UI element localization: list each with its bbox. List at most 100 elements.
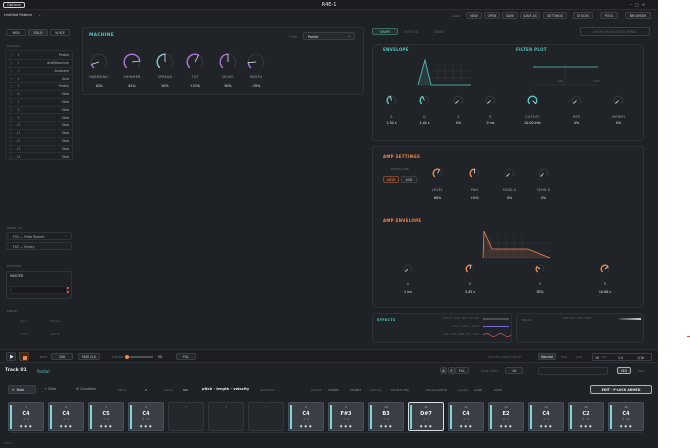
track-row[interactable]: ○ 6 Stab xyxy=(8,90,72,98)
save-as-button[interactable]: SAVE AS xyxy=(520,12,540,19)
step-nav[interactable] xyxy=(538,367,608,375)
seq-button[interactable]: SEQ xyxy=(617,367,631,374)
save-button[interactable]: SAVE xyxy=(502,12,518,19)
track-row[interactable]: ○ 13 Stab xyxy=(8,144,72,153)
page-a-button[interactable]: A xyxy=(440,367,447,374)
machine-knob-1[interactable] xyxy=(123,53,141,71)
track-fx-slider[interactable] xyxy=(619,318,641,320)
amp-knob-0[interactable] xyxy=(432,168,443,179)
send-fx-2[interactable]: FX2 — Empty xyxy=(6,242,72,250)
tab-solo[interactable]: SOLO xyxy=(28,29,48,36)
shape-knob-0[interactable] xyxy=(386,95,397,106)
track-row[interactable]: ○ 3 Anatrace xyxy=(8,66,72,75)
step-pad[interactable]: 8 C4 4 . 2 ● ● ● xyxy=(288,402,324,431)
machine-knob-2[interactable] xyxy=(156,53,174,71)
shape-knob-1[interactable] xyxy=(419,95,430,106)
mode-condition[interactable]: ⚙ Condition xyxy=(76,387,96,391)
new-button[interactable]: NEW xyxy=(466,12,482,19)
step-pad[interactable]: 16 C4 4 . 34 ● ● ● xyxy=(608,402,644,431)
shape-knob-6[interactable] xyxy=(613,95,624,106)
pool-button[interactable]: POOL xyxy=(600,12,618,19)
step-pad[interactable]: 6 xyxy=(208,402,244,431)
step-pad[interactable]: 13 E2 2 . 1 ● ● ● xyxy=(488,402,524,431)
chevron-down-icon[interactable]: ⌄ xyxy=(38,12,41,17)
length-value[interactable]: 4,24E xyxy=(474,388,482,392)
tab-effects[interactable]: EFFECTS xyxy=(404,30,418,34)
track-row[interactable]: ○ 1 Partial xyxy=(8,51,72,59)
amp-envelope-graph[interactable] xyxy=(478,227,553,262)
ring-value[interactable]: A3+A3+A3T12 xyxy=(426,388,447,392)
edit-plock-button[interactable]: EDIT · P-LOCK ARMED xyxy=(590,385,652,394)
tab-draw[interactable]: DRAW xyxy=(434,30,444,34)
step-pad[interactable]: 14 C4 4 . 3 ● ● ● xyxy=(528,402,564,431)
mode-button-sync[interactable]: Sync xyxy=(10,319,38,323)
shape-knob-5[interactable] xyxy=(571,95,582,106)
track-row[interactable]: ○ 10 Stab xyxy=(8,121,72,129)
mode-note[interactable]: ✎ Note xyxy=(8,385,36,394)
length-box[interactable]: 16 LEN 1.0 1/16 xyxy=(592,353,652,361)
mode-link[interactable]: Link xyxy=(576,355,582,359)
step-pad[interactable]: 1 C4 4 . 2 ● ● ● xyxy=(8,402,44,431)
browser-button[interactable]: BROWSER xyxy=(625,12,651,19)
play-button[interactable]: ▶ xyxy=(6,352,16,361)
swing-slider[interactable] xyxy=(125,354,153,359)
open-button[interactable]: OPEN xyxy=(484,12,500,19)
track-row[interactable]: ○ 4 Acid xyxy=(8,74,72,82)
effects-slider-1[interactable] xyxy=(483,318,509,320)
extra-value[interactable]: A3/15 xyxy=(494,388,502,392)
step-pad[interactable]: 15 C2 2 . 71 ● ● ● xyxy=(568,402,604,431)
mode-free[interactable]: Free xyxy=(561,355,567,359)
show-modulation-button[interactable]: SHOW MODULATION PANEL xyxy=(580,27,650,36)
machine-knob-0[interactable] xyxy=(90,53,108,71)
preset-name[interactable]: Untitled Pattern xyxy=(4,13,32,17)
settings-button[interactable]: SETTINGS xyxy=(543,12,567,19)
fill-track-button[interactable]: FILL xyxy=(455,367,469,374)
step-pad[interactable]: 7 xyxy=(248,402,284,431)
amp-env-knob-2[interactable] xyxy=(535,264,545,274)
machine-knob-5[interactable] xyxy=(247,53,265,71)
page-b-button[interactable]: B xyxy=(448,367,455,374)
shape3-value[interactable]: SHAPE3 xyxy=(350,388,361,392)
studio-button[interactable]: STUDIO xyxy=(573,12,593,19)
shape2-value[interactable]: SHAPE2 xyxy=(328,388,339,392)
stop-button[interactable] xyxy=(19,352,29,361)
amp-knob-2[interactable] xyxy=(504,168,515,179)
velocity-range[interactable]: A3+D3+TSA xyxy=(391,388,409,392)
lane-value[interactable]: Tab xyxy=(183,388,188,392)
env-mode-adsr[interactable]: ADSR xyxy=(383,176,399,183)
track-row[interactable]: ○ 12 Stab xyxy=(8,136,72,145)
mode-button-trigger[interactable]: Trigger xyxy=(41,319,69,323)
mode-button-retrig[interactable]: Retrig xyxy=(41,332,69,336)
tab-shape[interactable]: SHAPE xyxy=(372,28,398,35)
amp-env-knob-1[interactable] xyxy=(465,264,475,274)
maximize-icon[interactable]: □ xyxy=(635,2,642,7)
tab-voice[interactable]: VOICE xyxy=(50,29,70,36)
envelope-graph[interactable] xyxy=(413,57,473,89)
amp-knob-3[interactable] xyxy=(538,168,549,179)
track-row[interactable]: ○ 11 Stab xyxy=(8,129,72,137)
env-mode-asd[interactable]: ASD xyxy=(401,176,417,183)
micro-value[interactable]: 0 xyxy=(145,388,147,392)
machine-knob-4[interactable] xyxy=(219,53,237,71)
track-row[interactable]: ○ 9 Stab xyxy=(8,113,72,121)
options-button[interactable]: Options xyxy=(3,2,25,8)
shape-knob-2[interactable] xyxy=(453,95,464,106)
track-row[interactable]: ○ 5 Partial xyxy=(8,82,72,90)
track-row[interactable]: ○ 14 Stab xyxy=(8,152,72,160)
track-row[interactable]: ○ 7 Stab xyxy=(8,97,72,106)
fill-button[interactable]: FILL xyxy=(176,353,196,360)
step-pad[interactable]: 5 xyxy=(168,402,204,431)
amp-env-knob-3[interactable] xyxy=(600,264,610,274)
step-pad[interactable]: 9 F#3 3 . 4 ● ● ● xyxy=(328,402,364,431)
bpm-field[interactable]: 120 xyxy=(51,353,73,360)
mode-natural[interactable]: Natural xyxy=(538,353,556,360)
step-pad[interactable]: 2 C4 4 . 3 ● ● ● xyxy=(48,402,84,431)
step-pad[interactable]: 4 C4 4 . 73 ● ● ● xyxy=(128,402,164,431)
type-select[interactable]: Partial ⌄ xyxy=(303,32,355,40)
step-pad[interactable]: 12 C4 4 . 3 ● ● ● xyxy=(448,402,484,431)
track-row[interactable]: ○ 2 AnaResonium xyxy=(8,58,72,67)
midi-clock-button[interactable]: MIDI CLK xyxy=(78,353,100,360)
amp-env-knob-0[interactable] xyxy=(403,264,413,274)
shape-knob-4[interactable] xyxy=(527,95,538,106)
step-pad[interactable]: 11 D#7 4 . 7 ● ● ● xyxy=(408,402,444,431)
